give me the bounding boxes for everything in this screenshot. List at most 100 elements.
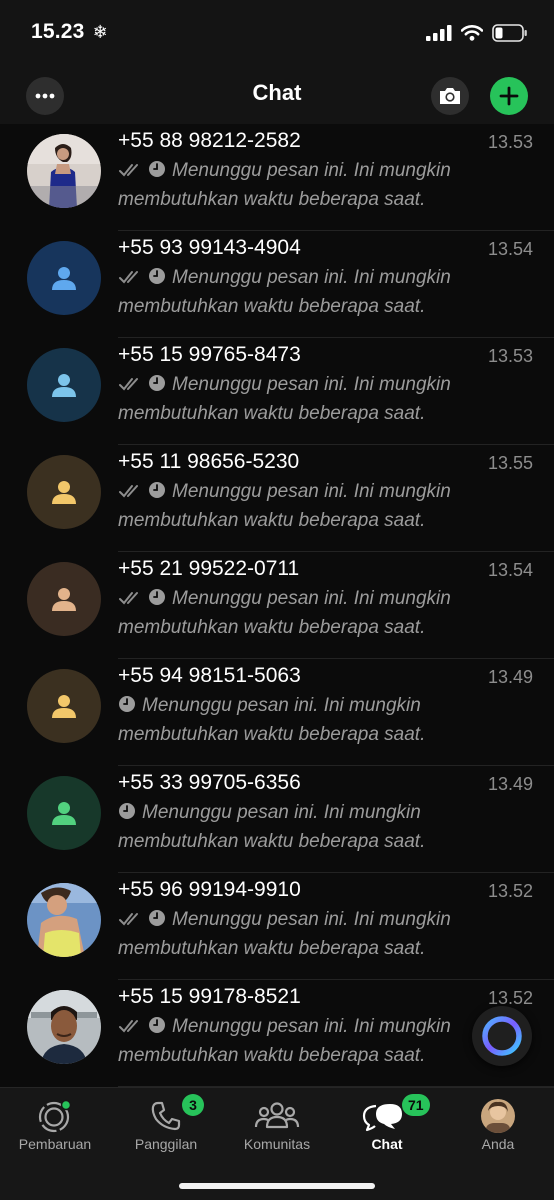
message-preview: Menunggu pesan ini. Ini mungkin membutuhk…: [118, 157, 488, 213]
phone-icon: [148, 1098, 184, 1134]
signal-icon: [426, 25, 452, 41]
message-preview: Menunggu pesan ini. Ini mungkin membutuhk…: [118, 692, 488, 748]
chat-list: +55 88 98212-2582 13.53 Menunggu pesan ini…: [0, 124, 554, 1087]
clock-icon: [148, 266, 166, 293]
default-avatar-icon[interactable]: [27, 455, 101, 529]
preview-line-1: Menunggu pesan ini. Ini mungkin: [118, 264, 488, 293]
chat-row[interactable]: +55 33 99705-6356 13.49 Menunggu pesan ini…: [0, 766, 554, 873]
chat-row[interactable]: +55 94 98151-5063 13.49 Menunggu pesan ini…: [0, 659, 554, 766]
chat-row[interactable]: +55 88 98212-2582 13.53 Menunggu pesan ini…: [0, 124, 554, 231]
tab-calls[interactable]: 3 Panggilan: [111, 1088, 221, 1168]
preview-line-1: Menunggu pesan ini. Ini mungkin: [118, 1013, 488, 1042]
preview-text: Menunggu pesan ini. Ini mungkin: [172, 1016, 451, 1037]
default-avatar-icon[interactable]: [27, 348, 101, 422]
contact-name: +55 96 99194-9910: [118, 878, 301, 901]
preview-text: Menunggu pesan ini. Ini mungkin: [142, 802, 421, 823]
message-preview: Menunggu pesan ini. Ini mungkin membutuhk…: [118, 906, 488, 962]
double-check-icon: [118, 373, 142, 400]
preview-line-1: Menunggu pesan ini. Ini mungkin: [118, 799, 488, 828]
message-time: 13.54: [487, 560, 533, 580]
preview-line-1: Menunggu pesan ini. Ini mungkin: [118, 906, 488, 935]
default-avatar-icon[interactable]: [27, 669, 101, 743]
tab-chats[interactable]: 71 Chat: [332, 1088, 442, 1168]
contact-name: +55 15 99765-8473: [118, 343, 301, 366]
message-time: 13.49: [487, 667, 533, 687]
clock-icon: [148, 1015, 166, 1042]
preview-line-2: membutuhkan waktu beberapa saat.: [118, 831, 426, 852]
community-icon: [254, 1098, 300, 1134]
page-title: Chat: [252, 80, 302, 105]
preview-line-1: Menunggu pesan ini. Ini mungkin: [118, 585, 488, 614]
preview-text: Menunggu pesan ini. Ini mungkin: [172, 909, 451, 930]
tab-label: Komunitas: [243, 1136, 311, 1152]
unread-chats-badge: 71: [402, 1094, 430, 1116]
preview-text: Menunggu pesan ini. Ini mungkin: [172, 588, 451, 609]
snowflake-icon: ❄: [92, 22, 108, 42]
clock-icon: [148, 908, 166, 935]
message-time: 13.49: [487, 774, 533, 794]
chat-row[interactable]: +55 15 99765-8473 13.53 Menunggu pesan ini…: [0, 338, 554, 445]
preview-text: Menunggu pesan ini. Ini mungkin: [172, 160, 451, 181]
tab-you[interactable]: Anda: [443, 1088, 553, 1168]
default-avatar-icon[interactable]: [27, 776, 101, 850]
clock-icon: [118, 801, 136, 828]
preview-line-2: membutuhkan waktu beberapa saat.: [118, 510, 426, 531]
contact-photo[interactable]: [27, 990, 101, 1064]
camera-button[interactable]: [431, 77, 469, 115]
clock-icon: [118, 694, 136, 721]
tab-communities[interactable]: Komunitas: [222, 1088, 332, 1168]
contact-photo[interactable]: [27, 883, 101, 957]
default-avatar-icon[interactable]: [27, 562, 101, 636]
preview-text: Menunggu pesan ini. Ini mungkin: [172, 267, 451, 288]
status-icon: [37, 1098, 73, 1134]
chat-row[interactable]: +55 96 99194-9910 13.52 Menunggu pesan ini…: [0, 873, 554, 980]
new-chat-button[interactable]: [490, 77, 528, 115]
home-indicator: [179, 1183, 375, 1189]
status-icons: [426, 22, 528, 44]
double-check-icon: [118, 587, 142, 614]
double-check-icon: [118, 480, 142, 507]
tab-label: Pembaruan: [18, 1136, 92, 1152]
meta-ai-ring-icon: [482, 1016, 522, 1056]
preview-line-1: Menunggu pesan ini. Ini mungkin: [118, 157, 488, 186]
message-preview: Menunggu pesan ini. Ini mungkin membutuhk…: [118, 585, 488, 641]
message-time: 13.52: [487, 881, 533, 901]
preview-line-1: Menunggu pesan ini. Ini mungkin: [118, 478, 488, 507]
tab-label: Anda: [481, 1136, 515, 1152]
tab-label: Chat: [371, 1136, 403, 1152]
chat-row[interactable]: +55 93 99143-4904 13.54 Menunggu pesan ini…: [0, 231, 554, 338]
clock-icon: [148, 373, 166, 400]
message-time: 13.53: [487, 346, 533, 366]
message-preview: Menunggu pesan ini. Ini mungkin membutuhk…: [118, 478, 488, 534]
tab-updates[interactable]: Pembaruan: [0, 1088, 110, 1168]
clock-icon: [148, 480, 166, 507]
chat-row[interactable]: +55 11 98656-5230 13.55 Menunggu pesan ini…: [0, 445, 554, 552]
double-check-icon: [118, 908, 142, 935]
contact-name: +55 11 98656-5230: [118, 450, 300, 473]
preview-line-2: membutuhkan waktu beberapa saat.: [118, 189, 426, 210]
preview-text: Menunggu pesan ini. Ini mungkin: [172, 374, 451, 395]
meta-ai-button[interactable]: [472, 1006, 532, 1066]
contact-photo[interactable]: [27, 134, 101, 208]
message-preview: Menunggu pesan ini. Ini mungkin membutuhk…: [118, 799, 488, 855]
preview-text: Menunggu pesan ini. Ini mungkin: [172, 481, 451, 502]
message-preview: Menunggu pesan ini. Ini mungkin membutuhk…: [118, 371, 488, 427]
contact-name: +55 15 99178-8521: [118, 985, 301, 1008]
message-preview: Menunggu pesan ini. Ini mungkin membutuhk…: [118, 264, 488, 320]
message-time: 13.53: [487, 132, 533, 152]
contact-name: +55 93 99143-4904: [118, 236, 301, 259]
default-avatar-icon[interactable]: [27, 241, 101, 315]
chat-row[interactable]: +55 15 99178-8521 13.52 Menunggu pesan ini…: [0, 980, 554, 1087]
preview-line-1: Menunggu pesan ini. Ini mungkin: [118, 371, 488, 400]
chat-row[interactable]: +55 21 99522-0711 13.54 Menunggu pesan ini…: [0, 552, 554, 659]
double-check-icon: [118, 1015, 142, 1042]
preview-line-2: membutuhkan waktu beberapa saat.: [118, 617, 426, 638]
preview-line-2: membutuhkan waktu beberapa saat.: [118, 724, 426, 745]
wifi-icon: [461, 25, 483, 41]
clock-icon: [148, 587, 166, 614]
message-time: 13.54: [487, 239, 533, 259]
preview-line-2: membutuhkan waktu beberapa saat.: [118, 938, 426, 959]
contact-name: +55 94 98151-5063: [118, 664, 301, 687]
status-bar: 15.23 ❄: [0, 0, 554, 66]
message-preview: Menunggu pesan ini. Ini mungkin membutuhk…: [118, 1013, 488, 1069]
